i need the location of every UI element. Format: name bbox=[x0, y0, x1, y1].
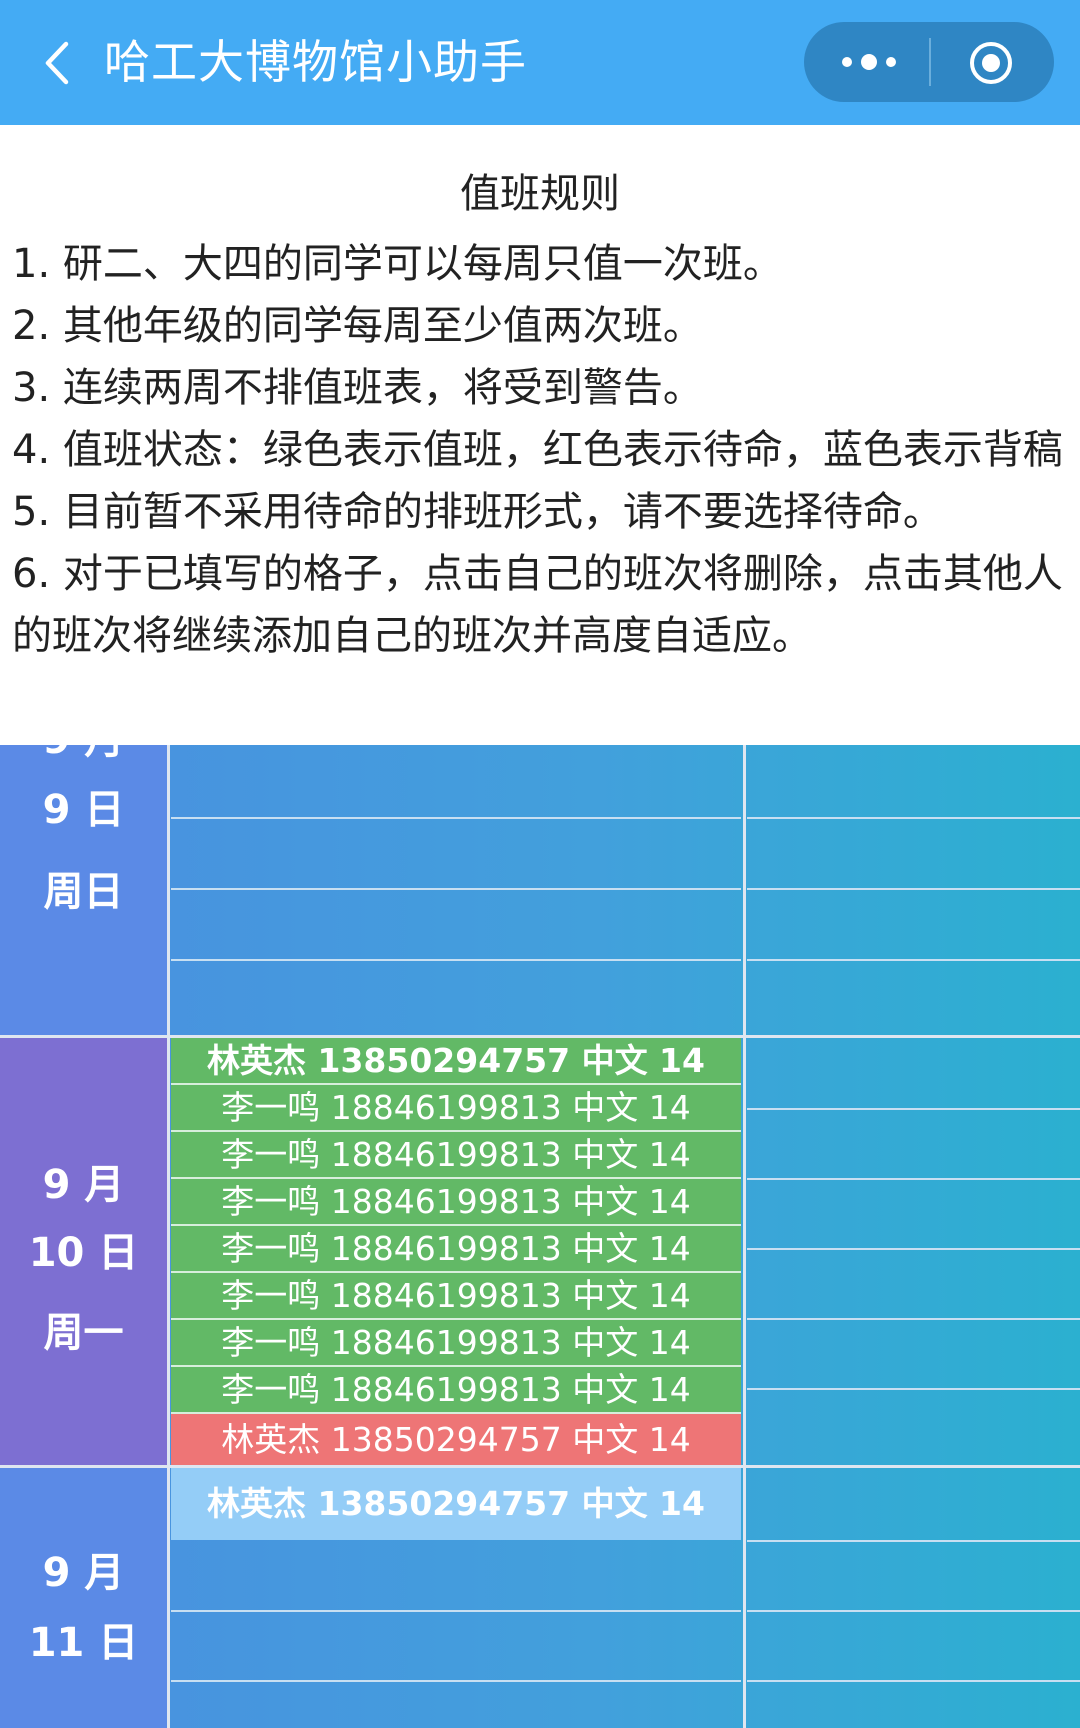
schedule-slot[interactable] bbox=[171, 1542, 741, 1728]
capsule-divider bbox=[929, 38, 931, 86]
rule-item: 1. 研二、大四的同学可以每周只值一次班。 bbox=[12, 241, 783, 287]
schedule-slot[interactable] bbox=[747, 1468, 1080, 1728]
rule-item: 6. 对于已填写的格子，点击自己的班次将删除，点击其他人的班次将继续添加自己的班… bbox=[12, 551, 1063, 659]
day-label-sep-11: 9 月 11 日 bbox=[0, 1468, 167, 1728]
recite-entry[interactable]: 林英杰 13850294757 中文 14 bbox=[171, 1468, 741, 1540]
rule-item: 3. 连续两周不排值班表，将受到警告。 bbox=[12, 365, 703, 411]
duty-entry[interactable]: 李一鸣 18846199813 中文 14 bbox=[171, 1273, 741, 1318]
more-dots-icon[interactable] bbox=[834, 22, 904, 102]
day-month: 9 月 bbox=[42, 717, 125, 763]
menu-capsule bbox=[804, 22, 1054, 102]
day-month: 9 月 bbox=[42, 1162, 125, 1208]
duty-entry[interactable]: 李一鸣 18846199813 中文 14 bbox=[171, 1085, 741, 1130]
duty-entry[interactable]: 李一鸣 18846199813 中文 14 bbox=[171, 1226, 741, 1271]
day-weekday: 周日 bbox=[43, 869, 124, 915]
day-date: 11 日 bbox=[28, 1620, 139, 1666]
day-label-sep-10: 9 月 10 日 周一 bbox=[0, 1038, 167, 1465]
column-divider bbox=[167, 745, 170, 1728]
schedule-slot[interactable] bbox=[747, 1038, 1080, 1465]
nav-bar: 哈工大博物馆小助手 bbox=[0, 0, 1080, 125]
duty-entry[interactable]: 李一鸣 18846199813 中文 14 bbox=[171, 1132, 741, 1177]
chevron-left-icon[interactable] bbox=[34, 38, 84, 88]
duty-entry[interactable]: 林英杰 13850294757 中文 14 bbox=[171, 1038, 741, 1083]
schedule-slot[interactable] bbox=[747, 745, 1080, 1035]
page-title: 哈工大博物馆小助手 bbox=[104, 35, 527, 89]
duty-entry[interactable]: 李一鸣 18846199813 中文 14 bbox=[171, 1367, 741, 1412]
day-weekday: 周一 bbox=[43, 1310, 124, 1356]
target-circle-icon[interactable] bbox=[968, 40, 1014, 86]
rules-list: 1. 研二、大四的同学可以每周只值一次班。 2. 其他年级的同学每周至少值两次班… bbox=[12, 233, 1072, 667]
standby-entry[interactable]: 林英杰 13850294757 中文 14 bbox=[171, 1414, 741, 1465]
day-month: 9 月 bbox=[42, 1550, 125, 1596]
day-label-sep-9: 9 月 9 日 周日 bbox=[0, 717, 167, 1035]
column-divider bbox=[743, 745, 746, 1728]
schedule-slot[interactable] bbox=[171, 745, 741, 1035]
duty-entry[interactable]: 李一鸣 18846199813 中文 14 bbox=[171, 1179, 741, 1224]
rules-title: 值班规则 bbox=[460, 171, 620, 217]
rule-item: 5. 目前暂不采用待命的排班形式，请不要选择待命。 bbox=[12, 489, 943, 535]
day-date: 9 日 bbox=[42, 787, 125, 833]
day-date: 10 日 bbox=[28, 1230, 139, 1276]
rules-panel: 值班规则 1. 研二、大四的同学可以每周只值一次班。 2. 其他年级的同学每周至… bbox=[0, 125, 1080, 745]
rule-item: 4. 值班状态：绿色表示值班，红色表示待命，蓝色表示背稿 bbox=[12, 427, 1063, 473]
duty-entry[interactable]: 李一鸣 18846199813 中文 14 bbox=[171, 1320, 741, 1365]
schedule-table: 9 月 9 日 周日 9 月 10 日 周一 林英杰 13850294757 中… bbox=[0, 717, 1080, 1728]
rule-item: 2. 其他年级的同学每周至少值两次班。 bbox=[12, 303, 703, 349]
